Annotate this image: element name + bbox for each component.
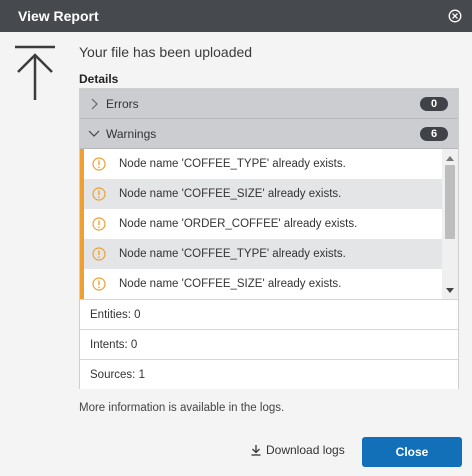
details-panel: Errors 0 Warnings 6 Node name 'COFFEE_TY… — [79, 88, 459, 389]
warnings-count-badge: 6 — [420, 127, 448, 141]
warning-text: Node name 'COFFEE_TYPE' already exists. — [119, 248, 346, 260]
warning-icon — [92, 277, 106, 291]
list-item: Node name 'ORDER_COFFEE' already exists. — [84, 209, 443, 239]
warnings-scrollbar[interactable] — [442, 149, 458, 299]
scrollbar-thumb[interactable] — [445, 165, 455, 239]
warning-text: Node name 'COFFEE_SIZE' already exists. — [119, 278, 342, 290]
upload-icon — [13, 44, 57, 102]
scroll-down-icon[interactable] — [442, 284, 458, 296]
list-item: Node name 'COFFEE_TYPE' already exists. — [84, 149, 443, 179]
dialog-titlebar: View Report — [0, 0, 472, 32]
warnings-section-header[interactable]: Warnings 6 — [80, 119, 458, 149]
sources-summary: Sources: 1 — [80, 359, 458, 389]
warning-icon — [92, 217, 106, 231]
warning-icon — [92, 247, 106, 261]
details-label: Details — [79, 72, 119, 86]
download-logs-link[interactable]: Download logs — [250, 443, 345, 457]
warnings-label: Warnings — [106, 126, 157, 141]
view-report-dialog: View Report Your file has been uploaded … — [0, 0, 472, 476]
warning-icon — [92, 187, 106, 201]
scroll-up-icon[interactable] — [442, 152, 458, 164]
close-icon[interactable] — [448, 9, 462, 23]
chevron-right-icon — [88, 98, 100, 110]
list-item: Node name 'COFFEE_SIZE' already exists. — [84, 179, 443, 209]
more-info-text: More information is available in the log… — [79, 402, 285, 414]
download-icon — [250, 444, 262, 456]
errors-section-header[interactable]: Errors 0 — [80, 89, 458, 119]
list-item: Node name 'COFFEE_SIZE' already exists. — [84, 269, 443, 299]
entities-summary: Entities: 0 — [80, 299, 458, 329]
warning-text: Node name 'COFFEE_SIZE' already exists. — [119, 188, 342, 200]
errors-label: Errors — [106, 96, 139, 111]
errors-count-badge: 0 — [420, 97, 448, 111]
warning-text: Node name 'COFFEE_TYPE' already exists. — [119, 158, 346, 170]
warning-icon — [92, 157, 106, 171]
upload-status-heading: Your file has been uploaded — [79, 44, 253, 60]
warnings-list: Node name 'COFFEE_TYPE' already exists. … — [80, 149, 458, 299]
dialog-title: View Report — [18, 8, 99, 24]
close-button[interactable]: Close — [362, 437, 462, 467]
chevron-down-icon — [88, 128, 100, 140]
warning-text: Node name 'ORDER_COFFEE' already exists. — [119, 218, 358, 230]
download-logs-label: Download logs — [266, 443, 345, 457]
intents-summary: Intents: 0 — [80, 329, 458, 359]
list-item: Node name 'COFFEE_TYPE' already exists. — [84, 239, 443, 269]
